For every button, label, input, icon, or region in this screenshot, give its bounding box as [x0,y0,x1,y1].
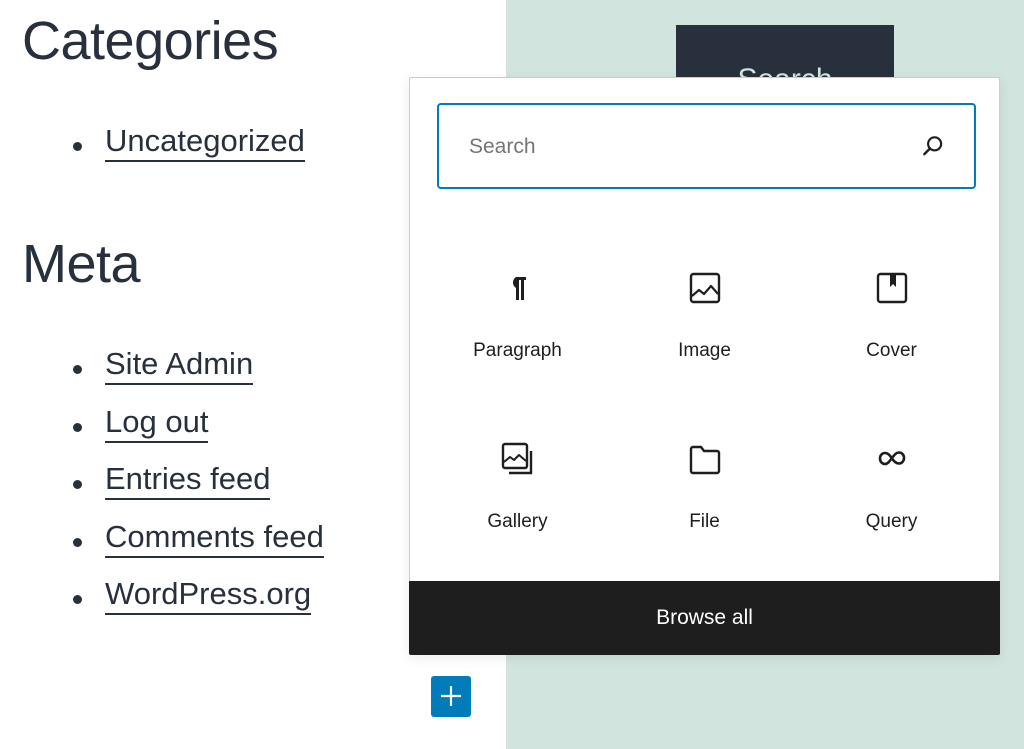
browse-all-button[interactable]: Browse all [409,581,1000,655]
link-site-admin[interactable]: Site Admin [105,345,254,385]
link-uncategorized[interactable]: Uncategorized [105,122,305,162]
block-label: Gallery [487,511,548,532]
block-search-field[interactable] [437,103,976,189]
block-label: Image [678,340,731,361]
bullet [73,537,82,547]
block-label: File [689,511,720,532]
block-inserter-popover: Paragraph Image Cover Gallery [409,77,1000,655]
bullet [73,142,82,151]
link-comments-feed[interactable]: Comments feed [105,518,324,558]
bullet [73,480,82,489]
block-label: Query [865,511,918,532]
bullet [73,422,82,432]
image-icon [689,272,720,304]
block-label: Paragraph [473,340,562,361]
link-wordpress-org[interactable]: WordPress.org [105,575,312,615]
link-entries-feed[interactable]: Entries feed [105,460,271,500]
block-search-input[interactable] [467,105,911,189]
block-cover[interactable]: Cover [798,248,985,368]
categories-heading: Categories [22,11,279,71]
block-label: Cover [866,340,917,361]
bullet [73,365,82,374]
block-query[interactable]: Query [798,419,985,539]
bullet [73,595,82,604]
plus-icon [441,686,461,706]
meta-heading: Meta [22,234,141,294]
block-gallery[interactable]: Gallery [424,419,611,539]
paragraph-icon [511,277,526,300]
cover-icon [876,272,907,304]
block-file[interactable]: File [611,419,798,539]
block-image[interactable]: Image [611,248,798,368]
search-icon[interactable] [920,133,946,159]
file-icon [689,445,720,475]
block-paragraph[interactable]: Paragraph [424,248,611,368]
add-block-button[interactable] [431,676,471,717]
link-log-out[interactable]: Log out [105,403,209,443]
query-icon [878,451,905,466]
gallery-icon [501,442,532,475]
